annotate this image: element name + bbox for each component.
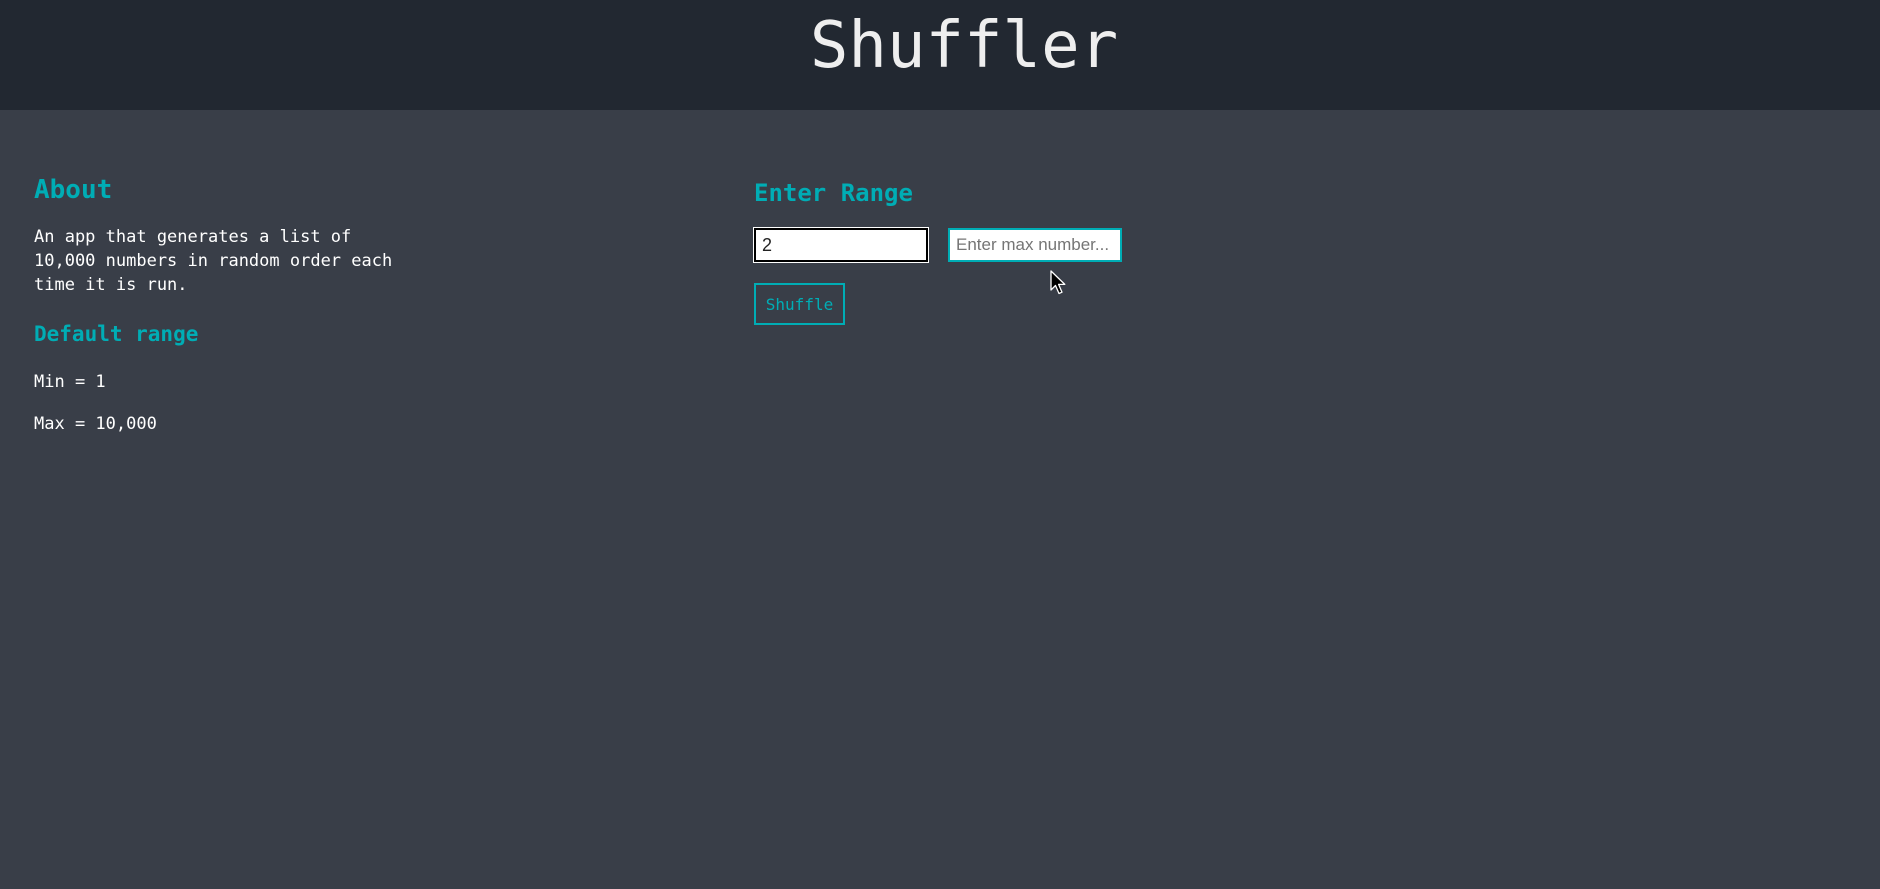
about-section: About An app that generates a list of 10… xyxy=(34,172,394,436)
min-number-input[interactable] xyxy=(754,228,928,262)
mouse-pointer-icon xyxy=(1050,270,1066,295)
range-section: Enter Range Shuffle xyxy=(754,176,1354,325)
default-range-heading: Default range xyxy=(34,322,199,346)
default-max-text: Max = 10,000 xyxy=(34,414,157,434)
shuffle-button[interactable]: Shuffle xyxy=(754,283,845,325)
enter-range-heading: Enter Range xyxy=(754,179,913,207)
app-title: Shuffler xyxy=(809,9,1119,83)
about-heading: About xyxy=(34,175,113,205)
default-min-text: Min = 1 xyxy=(34,372,106,392)
range-inputs xyxy=(754,228,1354,264)
about-description: An app that generates a list of 10,000 n… xyxy=(34,227,393,295)
app-header: Shuffler xyxy=(0,0,1880,110)
max-number-input[interactable] xyxy=(948,228,1122,262)
